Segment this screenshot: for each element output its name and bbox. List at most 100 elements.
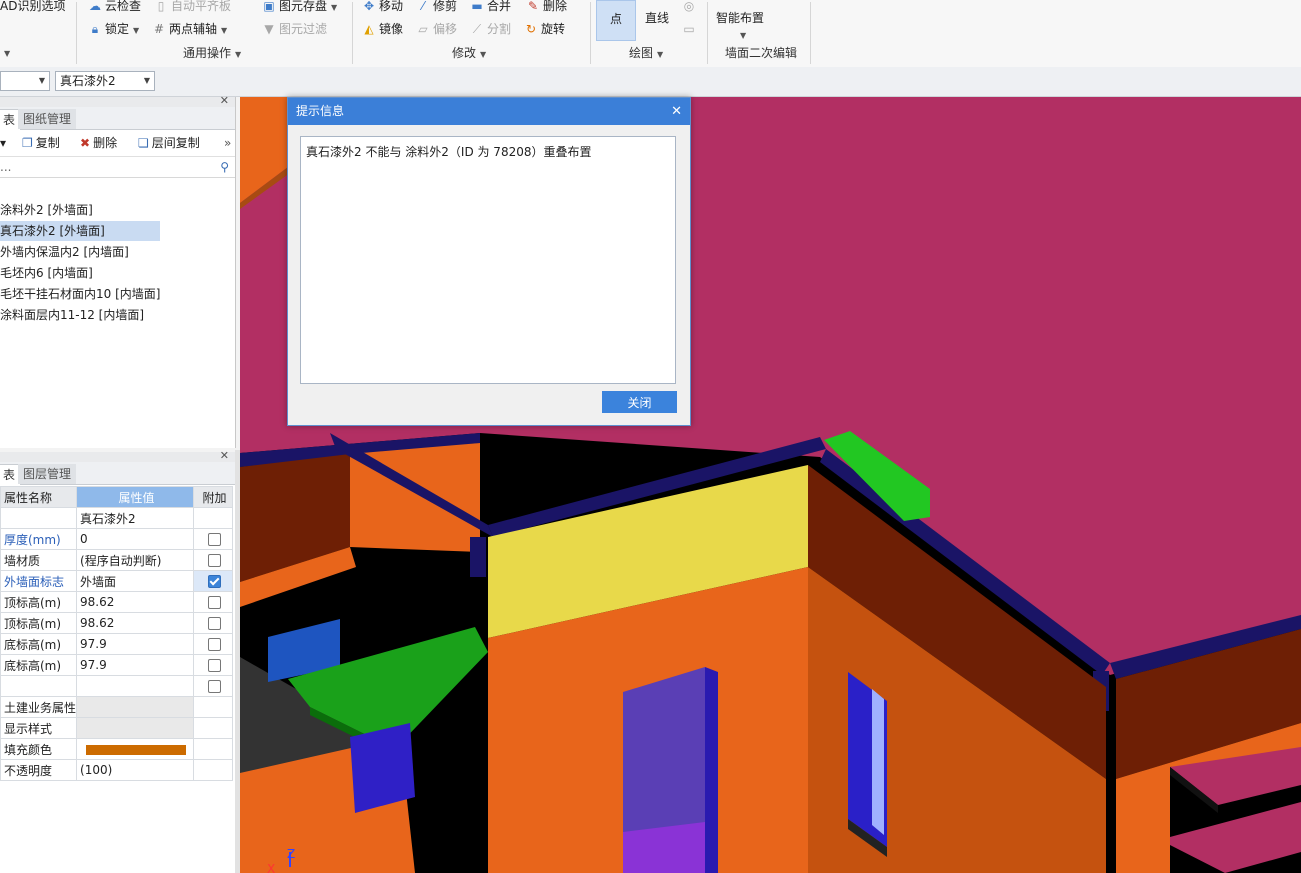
prop-name: [0, 507, 78, 529]
move-button[interactable]: ✥ 移动: [362, 0, 403, 16]
table-row[interactable]: 显示样式: [0, 717, 233, 739]
prop-group-name[interactable]: 土建业务属性: [0, 696, 78, 718]
dialog-message: 真石漆外2 不能与 涂料外2（ID 为 78208）重叠布置: [306, 145, 592, 159]
dialog-titlebar[interactable]: 提示信息 ✕: [288, 98, 690, 125]
merge-button[interactable]: ▬ 合并: [470, 0, 511, 16]
table-row[interactable]: 真石漆外2: [0, 507, 233, 529]
ribbon-divider: [707, 2, 708, 64]
prop-group-name[interactable]: 显示样式: [0, 717, 78, 739]
list-item[interactable]: 外墙内保温内2 [内墙面]: [0, 242, 135, 262]
save-icon: ▣: [263, 0, 275, 13]
prop-value[interactable]: [76, 675, 195, 697]
fill-color-value[interactable]: [76, 738, 195, 760]
tab-layer-management[interactable]: 图层管理: [18, 464, 77, 484]
property-grid: 属性名称 属性值 附加 真石漆外2 厚度(mm) 0 墙材质 (程序自动判断) …: [0, 486, 233, 781]
extra-checkbox-checked[interactable]: [208, 575, 222, 588]
rotate-icon: ↻: [525, 22, 537, 36]
extra-checkbox[interactable]: [208, 533, 222, 546]
prop-name: 不透明度: [0, 759, 78, 781]
close-icon[interactable]: ✕: [220, 94, 229, 107]
toolbar-dropdown[interactable]: ▾: [0, 130, 6, 156]
element-filter-button[interactable]: ▼ 图元过滤: [262, 19, 327, 39]
cad-options-dropdown[interactable]: ▼: [0, 42, 10, 62]
prop-value[interactable]: 外墙面: [76, 570, 195, 592]
cad-options-button[interactable]: AD识别选项: [0, 0, 65, 16]
type-combo[interactable]: ▼: [0, 71, 50, 91]
tab-drawing-management[interactable]: 图纸管理: [18, 109, 77, 129]
dialog-message-box[interactable]: 真石漆外2 不能与 涂料外2（ID 为 78208）重叠布置: [300, 136, 676, 384]
mirror-button[interactable]: ◭ 镜像: [362, 19, 403, 39]
delete-button[interactable]: ✎ 删除: [526, 0, 567, 16]
chevron-down-icon: ▼: [331, 3, 338, 12]
prop-name: 顶标高(m): [0, 612, 78, 634]
cloud-check-button[interactable]: ☁ 云检查: [88, 0, 141, 16]
prop-value[interactable]: (程序自动判断): [76, 549, 195, 571]
smart-place-dropdown[interactable]: ▼: [736, 24, 746, 44]
circle-button[interactable]: ◎: [682, 0, 699, 16]
prop-extra: [193, 507, 233, 529]
list-item[interactable]: 毛坯内6 [内墙面]: [0, 263, 99, 283]
prop-value[interactable]: (100): [76, 759, 195, 781]
lock-button[interactable]: 🔒︎ 锁定 ▼: [88, 19, 139, 39]
group-label-wall-edit: 墙面二次编辑: [725, 46, 798, 60]
ribbon-divider: [352, 2, 353, 64]
table-row[interactable]: 墙材质 (程序自动判断): [0, 549, 233, 571]
table-row[interactable]: 填充颜色: [0, 738, 233, 760]
extra-checkbox[interactable]: [208, 617, 222, 630]
prop-value[interactable]: 98.62: [76, 591, 195, 613]
rotate-button[interactable]: ↻ 旋转: [524, 19, 565, 39]
two-point-axis-button[interactable]: # 两点辅轴 ▼: [152, 19, 227, 39]
point-button[interactable]: 点: [596, 0, 636, 41]
prop-value[interactable]: 97.9: [76, 633, 195, 655]
offset-button[interactable]: ▱ 偏移: [416, 19, 457, 39]
line-button[interactable]: 直线: [645, 8, 669, 28]
table-row[interactable]: 底标高(m) 97.9: [0, 654, 233, 676]
split-button[interactable]: ⟋ 分割: [470, 19, 511, 39]
extra-checkbox[interactable]: [208, 596, 222, 609]
trim-button[interactable]: ⁄ 修剪: [416, 0, 457, 16]
panel-titlebar: ✕: [0, 94, 235, 107]
table-row[interactable]: 厚度(mm) 0: [0, 528, 233, 550]
table-row[interactable]: 顶标高(m) 98.62: [0, 612, 233, 634]
floor-copy-button[interactable]: ❏ 层间复制: [138, 130, 200, 156]
close-icon[interactable]: ✕: [671, 98, 682, 125]
auto-align-button[interactable]: ▯ 自动平齐板: [154, 0, 231, 16]
close-button[interactable]: 关闭: [602, 391, 677, 413]
table-row[interactable]: [0, 675, 233, 697]
search-icon[interactable]: ⚲: [220, 157, 229, 177]
table-row[interactable]: 不透明度 (100): [0, 759, 233, 781]
extra-checkbox[interactable]: [208, 638, 222, 651]
element-save-button[interactable]: ▣ 图元存盘 ▼: [262, 0, 337, 16]
extra-checkbox[interactable]: [208, 659, 222, 672]
prop-value[interactable]: 97.9: [76, 654, 195, 676]
table-row[interactable]: 底标高(m) 97.9: [0, 633, 233, 655]
close-icon[interactable]: ✕: [220, 449, 229, 462]
prop-value[interactable]: 真石漆外2: [76, 507, 195, 529]
prop-name: 填充颜色: [0, 738, 78, 760]
prop-name: 底标高(m): [0, 633, 78, 655]
search-box[interactable]: ... ⚲: [0, 157, 235, 178]
list-item[interactable]: 涂料面层内11-12 [内墙面]: [0, 305, 150, 325]
extra-checkbox[interactable]: [208, 680, 222, 693]
table-row[interactable]: 顶标高(m) 98.62: [0, 591, 233, 613]
rectangle-button[interactable]: ▭: [682, 19, 699, 39]
delete-component-button[interactable]: ✖ 删除: [80, 130, 117, 156]
table-row[interactable]: 土建业务属性: [0, 696, 233, 718]
table-row[interactable]: 外墙面标志 外墙面: [0, 570, 233, 592]
prop-value[interactable]: 98.62: [76, 612, 195, 634]
list-item-selected[interactable]: 真石漆外2 [外墙面]: [0, 221, 160, 241]
filter-icon: ▼: [264, 22, 274, 36]
ribbon-divider: [590, 2, 591, 64]
more-icon[interactable]: »: [224, 130, 231, 156]
element-combo[interactable]: 真石漆外2 ▼: [55, 71, 155, 91]
info-dialog: 提示信息 ✕ 真石漆外2 不能与 涂料外2（ID 为 78208）重叠布置 关闭: [287, 97, 691, 426]
chevron-down-icon: ▼: [133, 26, 140, 35]
list-item[interactable]: 涂料外2 [外墙面]: [0, 200, 99, 220]
list-item[interactable]: 毛坯干挂石材面内10 [内墙面]: [0, 284, 166, 304]
copy-button[interactable]: ❐ 复制: [22, 130, 60, 156]
prop-value[interactable]: 0: [76, 528, 195, 550]
prop-extra: [193, 717, 233, 739]
extra-checkbox[interactable]: [208, 554, 222, 567]
group-label-modify: 修改 ▼: [452, 46, 487, 60]
cloud-icon: ☁: [89, 0, 101, 13]
